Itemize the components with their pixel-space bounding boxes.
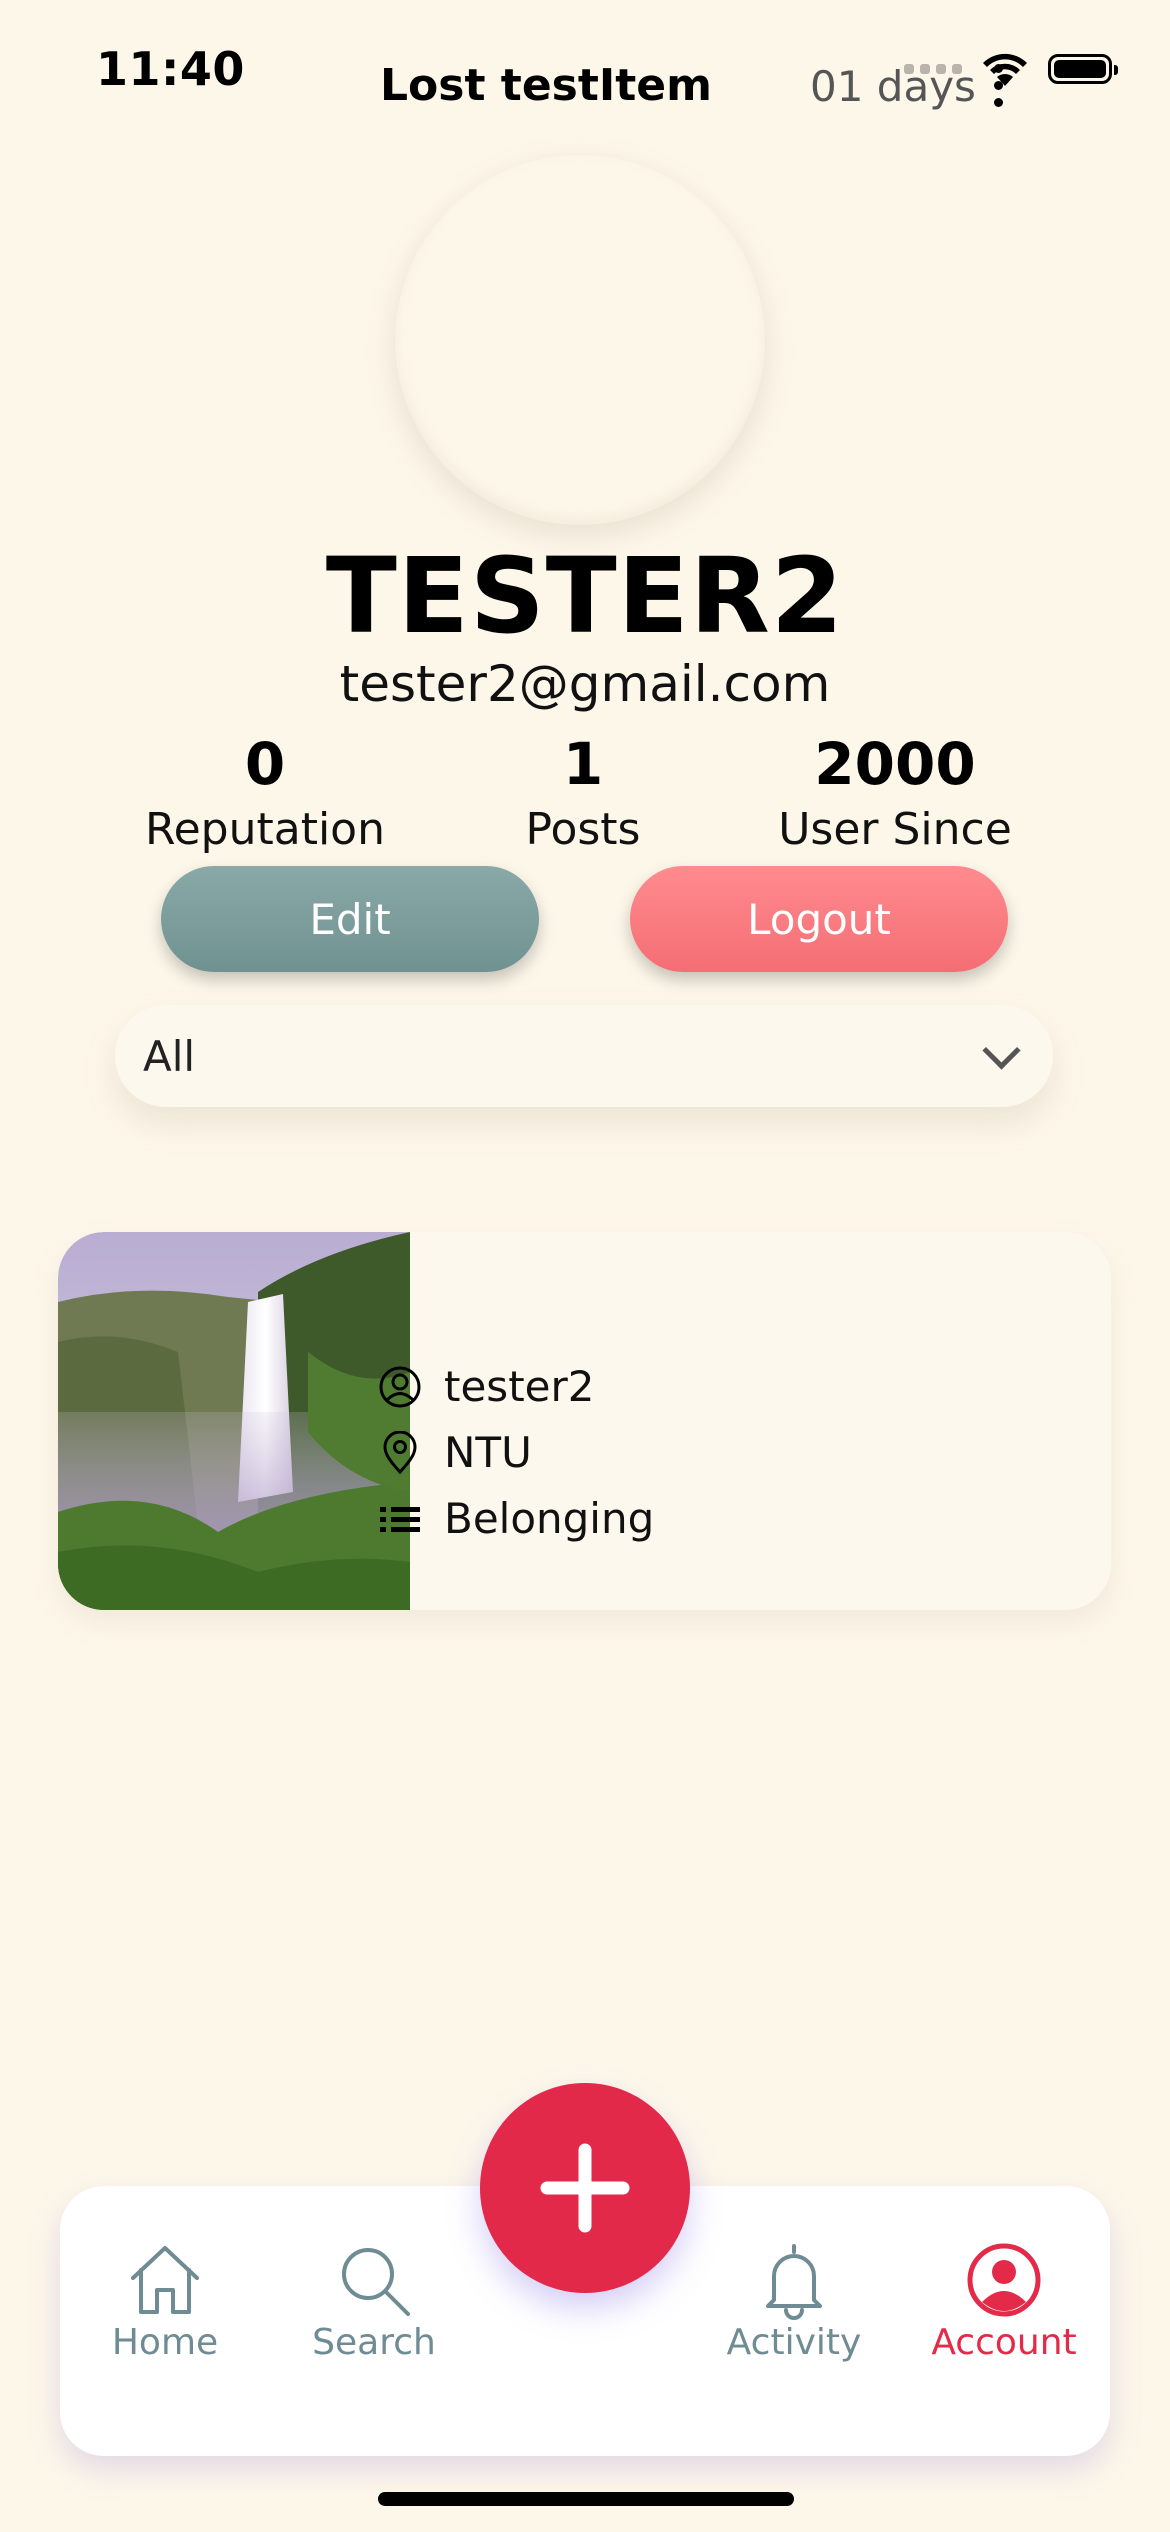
tab-activity[interactable]: Activity	[694, 2240, 894, 2363]
post-time: 01 days	[810, 62, 976, 111]
tab-home[interactable]: Home	[65, 2240, 265, 2363]
home-icon	[131, 2246, 199, 2314]
bell-icon	[766, 2244, 822, 2320]
search-icon	[342, 2248, 410, 2316]
post-category-row: Belonging	[378, 1494, 654, 1543]
post-location: NTU	[444, 1428, 532, 1477]
profile-email: tester2@gmail.com	[339, 655, 831, 713]
user-icon	[379, 1366, 421, 1407]
stat-label: Posts	[525, 804, 641, 855]
list-icon	[380, 1506, 420, 1532]
chevron-down-icon	[982, 1030, 1021, 1070]
tab-label: Activity	[726, 2322, 862, 2363]
profile-name: TESTER2	[325, 535, 845, 657]
tab-account[interactable]: Account	[904, 2240, 1104, 2363]
stat-value: 1	[562, 730, 604, 798]
location-pin-icon	[383, 1430, 417, 1474]
post-filter-value: All	[143, 1031, 196, 1081]
stat-label: Reputation	[145, 804, 385, 855]
stat-value: 0	[244, 730, 286, 798]
post-user: tester2	[444, 1362, 595, 1411]
plus-icon	[540, 2143, 630, 2233]
post-card[interactable]	[58, 1232, 1111, 1610]
avatar[interactable]	[395, 155, 765, 525]
account-icon	[967, 2243, 1041, 2317]
tab-label: Home	[111, 2322, 219, 2363]
post-location-row: NTU	[378, 1428, 532, 1477]
stat-reputation: 0 Reputation	[100, 730, 430, 855]
tab-search[interactable]: Search	[274, 2240, 474, 2363]
stat-posts: 1 Posts	[418, 730, 748, 855]
post-title: Lost testItem	[380, 60, 712, 111]
stat-value: 2000	[814, 730, 976, 798]
tab-label: Account	[931, 2322, 1077, 2363]
post-filter-select[interactable]: All	[115, 1005, 1053, 1107]
add-post-button[interactable]	[480, 2083, 690, 2293]
edit-button[interactable]: Edit	[161, 866, 539, 972]
post-category: Belonging	[444, 1494, 655, 1543]
status-time: 11:40	[96, 42, 245, 96]
more-options-icon[interactable]	[988, 64, 1008, 107]
post-thumbnail	[58, 1232, 410, 1610]
stat-user-since: 2000 User Since	[730, 730, 1060, 855]
stat-label: User Since	[778, 804, 1012, 855]
battery-icon	[1048, 54, 1118, 84]
tab-label: Search	[312, 2322, 436, 2363]
logout-button[interactable]: Logout	[630, 866, 1008, 972]
post-user-row: tester2	[378, 1362, 595, 1411]
waterfall-image	[58, 1232, 410, 1610]
home-indicator[interactable]	[378, 2492, 794, 2506]
